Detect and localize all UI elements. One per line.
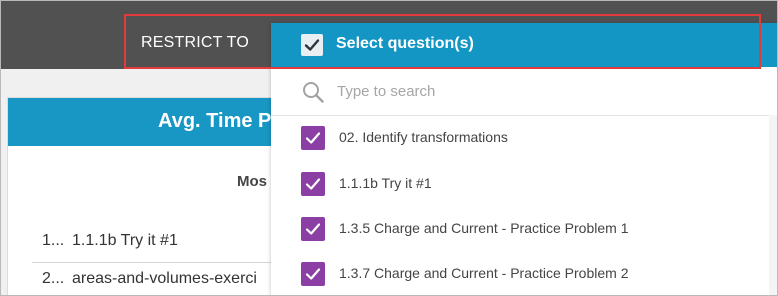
checkmark-icon: [305, 132, 321, 144]
row-divider: [32, 262, 277, 263]
checkmark-icon: [305, 223, 321, 235]
checkmark-icon: [304, 39, 320, 51]
select-all-checkbox[interactable]: [301, 34, 323, 56]
option-label: 1.1.1b Try it #1: [339, 175, 432, 191]
question-option[interactable]: 02. Identify transformations: [271, 116, 777, 160]
option-label: 02. Identify transformations: [339, 129, 508, 145]
option-label: 1.3.7 Charge and Current - Practice Prob…: [339, 265, 629, 281]
option-label: 1.3.5 Charge and Current - Practice Prob…: [339, 220, 629, 236]
restrict-to-label: RESTRICT TO: [141, 34, 249, 51]
panel-subtitle: Mos: [237, 173, 267, 190]
search-bar: [271, 67, 777, 116]
row-text: 1.1.1b Try it #1: [72, 232, 178, 249]
search-input[interactable]: [337, 80, 717, 102]
option-checkbox[interactable]: [301, 172, 325, 196]
question-option[interactable]: 1.3.5 Charge and Current - Practice Prob…: [271, 207, 777, 251]
select-questions-label: Select question(s): [336, 35, 474, 52]
checkmark-icon: [305, 178, 321, 190]
dropdown-scrollbar[interactable]: [769, 115, 777, 295]
panel-title: Avg. Time P: [158, 110, 272, 132]
option-checkbox[interactable]: [301, 262, 325, 286]
question-option[interactable]: 1.3.7 Charge and Current - Practice Prob…: [271, 252, 777, 295]
search-icon: [303, 82, 324, 103]
list-item: 2... areas-and-volumes-exerci: [42, 270, 257, 288]
checkmark-icon: [305, 268, 321, 280]
app-frame: RESTRICT TO Avg. Time P Mos 1... 1.1.1b T…: [0, 0, 778, 296]
option-checkbox[interactable]: [301, 217, 325, 241]
question-option[interactable]: 1.1.1b Try it #1: [271, 162, 777, 206]
list-item: 1... 1.1.1b Try it #1: [42, 232, 178, 250]
row-number: 1...: [42, 232, 65, 249]
row-number: 2...: [42, 270, 65, 287]
question-dropdown[interactable]: Select question(s) 02. Identify transfor…: [271, 23, 777, 295]
select-questions-header[interactable]: Select question(s): [271, 23, 777, 67]
row-text: areas-and-volumes-exerci: [72, 270, 257, 287]
option-checkbox[interactable]: [301, 126, 325, 150]
